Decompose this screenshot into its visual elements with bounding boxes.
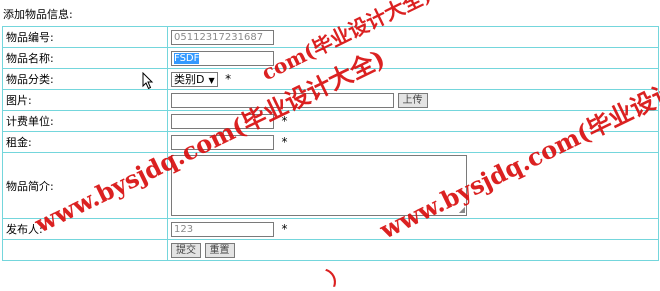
row-item-name: 物品名称: FSDF xyxy=(2,47,659,69)
publisher-input[interactable]: 123 xyxy=(171,221,274,237)
item-category-value: 类别D xyxy=(174,72,205,86)
item-name-label: 物品名称: xyxy=(2,47,168,69)
watermark-text: ） xyxy=(323,259,353,291)
image-path-input[interactable] xyxy=(171,92,394,108)
item-image-label: 图片: xyxy=(2,89,168,111)
required-mark: * xyxy=(281,135,288,149)
item-name-input[interactable]: FSDF xyxy=(171,50,274,66)
submit-button[interactable]: 提交 xyxy=(171,242,201,258)
upload-button[interactable]: 上传 xyxy=(397,92,428,108)
row-billing-unit: 计费单位: * xyxy=(2,110,659,132)
publisher-label: 发布人: xyxy=(2,218,168,240)
item-code-label: 物品编号: xyxy=(2,26,168,48)
row-rent: 租金: * xyxy=(2,131,659,153)
item-category-select[interactable]: 类别D ▼ xyxy=(171,71,218,87)
billing-unit-input[interactable] xyxy=(171,113,274,129)
rent-input[interactable] xyxy=(171,134,274,150)
dropdown-arrow-icon: ▼ xyxy=(208,75,215,85)
mouse-pointer-icon xyxy=(142,72,154,90)
row-actions: 提交 重置 xyxy=(2,239,659,261)
rent-label: 租金: xyxy=(2,131,168,153)
item-code-input[interactable]: 05112317231687 xyxy=(171,29,274,45)
required-mark: * xyxy=(281,114,288,128)
row-item-code: 物品编号: 05112317231687 xyxy=(2,26,659,48)
required-mark: * xyxy=(281,222,288,236)
row-item-image: 图片: 上传 xyxy=(2,89,659,111)
billing-unit-label: 计费单位: xyxy=(2,110,168,132)
add-item-form: 物品编号: 05112317231687 物品名称: FSDF 物品分类: 类别… xyxy=(2,26,659,261)
row-description: 物品简介: ◢ xyxy=(2,152,659,219)
reset-button[interactable]: 重置 xyxy=(204,242,235,258)
row-publisher: 发布人: 123 * xyxy=(2,218,659,240)
item-name-selected-text: FSDF xyxy=(174,52,200,64)
required-mark: * xyxy=(225,72,232,86)
resize-grip-icon[interactable]: ◢ xyxy=(459,206,465,214)
description-textarea[interactable]: ◢ xyxy=(171,155,467,216)
description-label: 物品简介: xyxy=(2,152,168,219)
page-heading: 添加物品信息: xyxy=(3,8,73,21)
row-item-category: 物品分类: 类别D ▼ * xyxy=(2,68,659,90)
